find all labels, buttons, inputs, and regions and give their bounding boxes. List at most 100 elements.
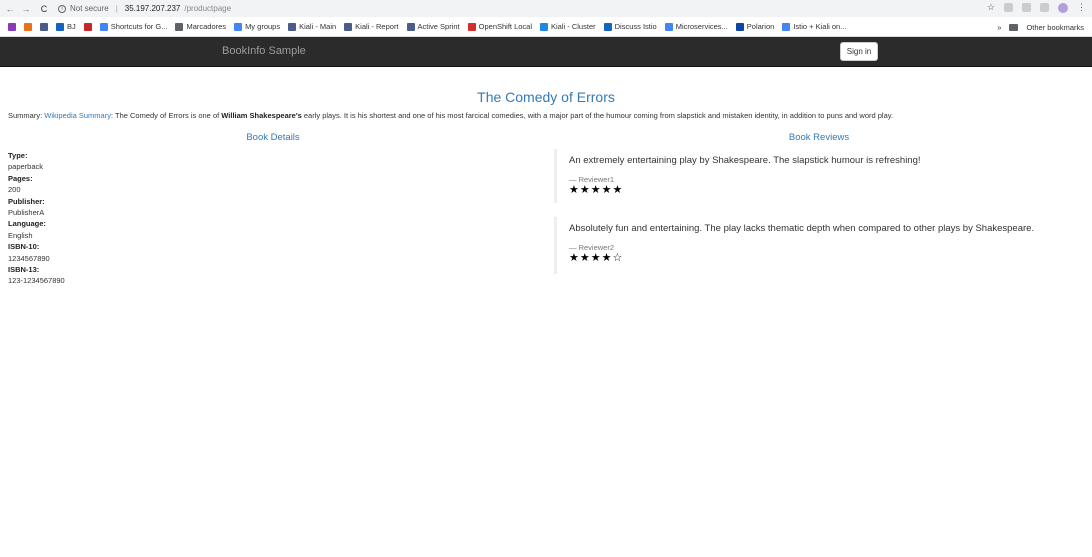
bookmark-item[interactable]: My groups bbox=[234, 22, 280, 31]
detail-value: paperback bbox=[8, 162, 44, 172]
detail-value: 1234567890 bbox=[8, 253, 50, 263]
mail-icon bbox=[8, 22, 16, 31]
openshift-icon bbox=[467, 22, 476, 31]
bookmark-label: Active Sprint bbox=[417, 22, 460, 31]
docs-icon bbox=[782, 22, 791, 31]
bookmarks-bar: BJ Shortcuts for G... Marcadores My groups K… bbox=[0, 17, 1092, 37]
detail-value: 123-1234567890 bbox=[8, 276, 65, 286]
bookmark-item[interactable]: Kiali - Main bbox=[288, 22, 336, 31]
bookmark-label: BJ bbox=[67, 22, 76, 31]
forward-button[interactable]: → bbox=[20, 4, 32, 14]
bookmark-item[interactable] bbox=[40, 22, 48, 31]
info-icon[interactable]: i bbox=[58, 4, 66, 13]
summary-prefix: Summary: bbox=[8, 111, 45, 120]
folder-icon bbox=[175, 22, 184, 31]
sign-in-button[interactable]: Sign in bbox=[840, 42, 878, 61]
summary-author: William Shakespeare's bbox=[221, 111, 302, 120]
more-bookmarks-button[interactable]: » bbox=[997, 23, 1001, 32]
bookmarks-overflow: » Other bookmarks bbox=[991, 17, 1084, 36]
detail-label: ISBN-10: bbox=[8, 242, 40, 252]
kiali-icon bbox=[288, 22, 297, 31]
kiali-icon bbox=[344, 22, 353, 31]
security-label: Not secure bbox=[70, 4, 109, 13]
istio-icon bbox=[603, 22, 612, 31]
bookmark-item[interactable]: Kiali - Cluster bbox=[540, 22, 596, 31]
bookmark-label: Shortcuts for G... bbox=[110, 22, 168, 31]
bookmark-item[interactable]: Kiali - Report bbox=[344, 22, 399, 31]
page-title: The Comedy of Errors bbox=[477, 89, 615, 105]
detail-label: Publisher: bbox=[8, 196, 45, 206]
book-details-list: Type: paperback Pages: 200 Publisher: Pu… bbox=[8, 150, 208, 287]
book-reviews-heading: Book Reviews bbox=[788, 132, 850, 143]
bookmark-item[interactable] bbox=[24, 22, 32, 31]
bookmark-label: Discuss Istio bbox=[614, 22, 657, 31]
summary-text-rest: early plays. It is his shortest and one … bbox=[301, 111, 894, 120]
address-bar[interactable]: i Not secure | 35.197.207.237/productpag… bbox=[58, 2, 231, 15]
bookmark-item[interactable] bbox=[8, 22, 16, 31]
bookmark-item[interactable]: Shortcuts for G... bbox=[99, 22, 168, 31]
review-item: Absolutely fun and entertaining. The pla… bbox=[554, 217, 1084, 274]
bookmark-label: Istio + Kiali on... bbox=[793, 22, 847, 31]
detail-label: Type: bbox=[8, 151, 28, 160]
book-details-heading: Book Details bbox=[246, 132, 300, 143]
kiali-icon bbox=[540, 22, 549, 31]
extension-icon[interactable] bbox=[1022, 3, 1031, 12]
review-text: Absolutely fun and entertaining. The pla… bbox=[569, 223, 1035, 234]
bookmark-label: Kiali - Report bbox=[355, 22, 399, 31]
bookmark-label: Microservices... bbox=[675, 22, 728, 31]
bj-icon bbox=[56, 22, 64, 31]
bookmark-item[interactable]: BJ bbox=[56, 22, 76, 31]
review-item: An extremely entertaining play by Shakes… bbox=[554, 149, 1084, 203]
bookmark-item[interactable]: Discuss Istio bbox=[603, 22, 657, 31]
bookmark-item[interactable]: Polarion bbox=[735, 22, 775, 31]
groups-icon bbox=[234, 22, 243, 31]
extension-icon[interactable] bbox=[1004, 3, 1013, 12]
refresh-button[interactable]: C bbox=[38, 4, 50, 14]
google-icon bbox=[99, 22, 108, 31]
detail-value: 200 bbox=[8, 185, 21, 195]
top-navbar: BookInfo Sample Sign in bbox=[0, 37, 1092, 67]
bookmark-label: Polarion bbox=[746, 22, 775, 31]
detail-label: ISBN-13: bbox=[8, 265, 40, 275]
docs-icon bbox=[664, 22, 673, 31]
detail-value: English bbox=[8, 230, 33, 240]
app-icon bbox=[83, 22, 92, 31]
wikipedia-summary-link[interactable]: Wikipedia Summary bbox=[44, 111, 111, 120]
bookmark-label: OpenShift Local bbox=[478, 22, 533, 31]
app-icon bbox=[40, 22, 48, 31]
other-bookmarks-link[interactable]: Other bookmarks bbox=[1026, 23, 1084, 32]
profile-avatar[interactable] bbox=[1058, 2, 1068, 13]
review-text: An extremely entertaining play by Shakes… bbox=[569, 155, 921, 166]
bookmark-star-icon[interactable]: ☆ bbox=[987, 2, 995, 13]
product-summary: Summary: Wikipedia Summary: The Comedy o… bbox=[8, 111, 1088, 120]
toolbar-right: ☆ ⋮ bbox=[987, 2, 1086, 13]
bookmark-item[interactable]: Istio + Kiali on... bbox=[782, 22, 846, 31]
url-separator: | bbox=[115, 4, 118, 13]
bookmark-item[interactable]: Microservices... bbox=[664, 22, 728, 31]
star-rating: ★★★★★ bbox=[569, 184, 624, 196]
folder-icon bbox=[1009, 23, 1019, 31]
url-host: 35.197.207.237 bbox=[124, 4, 181, 13]
browser-toolbar: ← → C i Not secure | 35.197.207.237/prod… bbox=[0, 0, 1092, 17]
bookmark-item[interactable]: OpenShift Local bbox=[467, 22, 533, 31]
url-path: /productpage bbox=[184, 4, 232, 13]
bookmark-label: Kiali - Cluster bbox=[551, 22, 596, 31]
bookmark-label: Marcadores bbox=[186, 22, 227, 31]
bookmark-item[interactable] bbox=[83, 22, 92, 31]
bookmark-item[interactable]: Active Sprint bbox=[406, 22, 460, 31]
detail-label: Language: bbox=[8, 219, 46, 229]
browser-menu-icon[interactable]: ⋮ bbox=[1077, 2, 1086, 13]
bookmark-label: My groups bbox=[245, 22, 281, 31]
bookmark-label: Kiali - Main bbox=[299, 22, 337, 31]
detail-label: Pages: bbox=[8, 173, 33, 183]
extension-icon[interactable] bbox=[1040, 3, 1049, 12]
back-button[interactable]: ← bbox=[4, 4, 16, 14]
polarion-icon bbox=[735, 22, 744, 31]
bookmark-item[interactable]: Marcadores bbox=[175, 22, 226, 31]
brand-link[interactable]: BookInfo Sample bbox=[222, 45, 306, 57]
app-icon bbox=[24, 22, 32, 31]
summary-text: : The Comedy of Errors is one of bbox=[110, 111, 222, 120]
reviewer-name: — Reviewer1 bbox=[569, 175, 615, 184]
detail-value: PublisherA bbox=[8, 208, 45, 218]
reviewer-name: — Reviewer2 bbox=[569, 243, 615, 252]
